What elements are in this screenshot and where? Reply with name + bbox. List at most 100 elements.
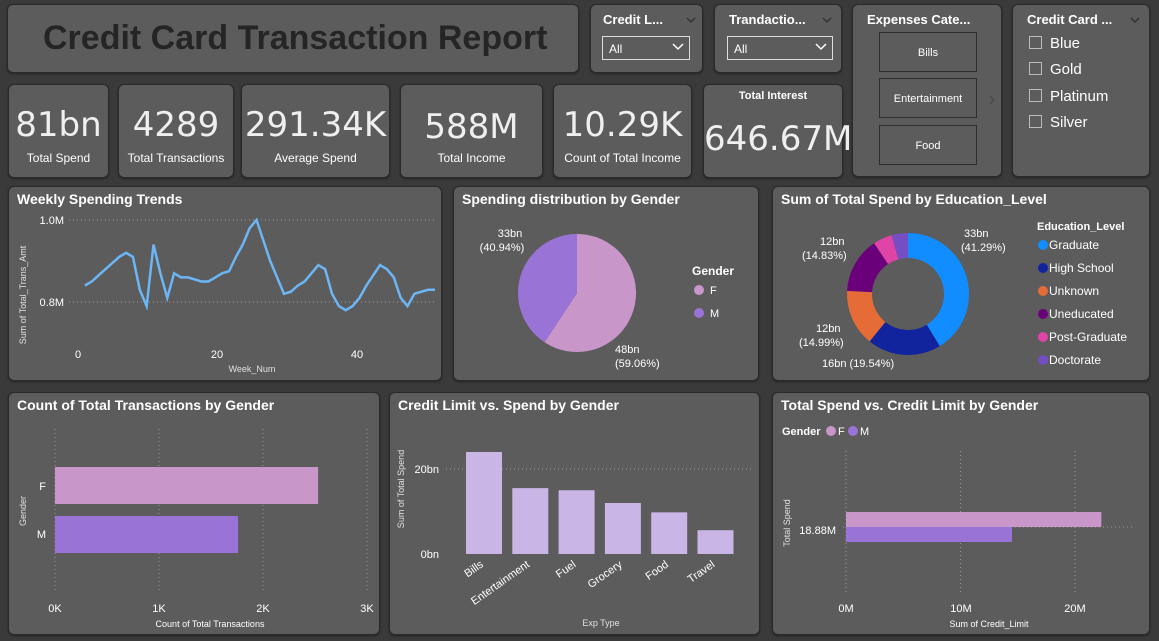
pie-chart: 33bn (40.94%) 48bn (59.06%) Gender F M (480, 228, 735, 370)
column[interactable] (512, 488, 549, 554)
kpi-label: Average Spend (274, 151, 357, 165)
donut-label-unknown: 12bn (816, 323, 840, 335)
kpi-value: 588M (424, 107, 519, 147)
checkbox[interactable] (1029, 115, 1042, 128)
x-tick-label: 0 (75, 349, 81, 361)
credit-limit-dropdown[interactable]: All (602, 36, 690, 60)
slicer-card-title: Credit Card ... (1027, 12, 1113, 27)
expense-option-bills[interactable]: Bills (879, 32, 977, 72)
line-chart: 1.0M 0.8M 0 20 40 Week_Num Sum of Total_… (18, 215, 436, 374)
donut-percent-unknown: (14.99%) (799, 337, 844, 349)
checkbox[interactable] (1029, 62, 1042, 75)
x-tick-label: 10M (950, 603, 971, 615)
y-tick-label: 1.0M (40, 215, 64, 227)
legend-marker-m (694, 308, 704, 318)
pie-percent-f: (59.06%) (615, 358, 660, 370)
column[interactable] (697, 530, 734, 554)
legend-label-m: M (860, 426, 869, 438)
legend-label-m: M (710, 308, 719, 320)
y-axis-label: Sum of Total_Trans_Amt (18, 245, 28, 344)
x-tick-label: 40 (351, 349, 363, 361)
donut-label-high-school: 16bn (19.54%) (822, 358, 894, 370)
y-tick-label: M (37, 529, 46, 541)
column[interactable] (466, 452, 502, 554)
legend-title: Education_Level (1037, 221, 1124, 233)
legend-marker (1038, 332, 1048, 342)
column[interactable] (558, 490, 595, 554)
slicer-transaction-title: Trandactio... (729, 12, 806, 27)
kpi-label: Total Transactions (127, 151, 225, 165)
legend-title: Gender (782, 426, 821, 438)
kpi-label: Count of Total Income (564, 151, 681, 165)
title-card: Credit Card Transaction Report (7, 4, 579, 73)
legend-label: High School (1049, 261, 1114, 275)
hbar-chart: F M 0K 1K 2K 3K Count of Total Transacti… (18, 429, 374, 629)
x-tick-label: Bills (462, 558, 486, 580)
chevron-down-icon[interactable] (821, 15, 833, 25)
card-option-platinum[interactable]: Platinum (1029, 88, 1108, 105)
donut-chart: 33bn (41.29%) 12bn (14.83%) 12bn (14.99%… (799, 221, 1127, 370)
legend-marker-f (826, 426, 836, 436)
checkbox[interactable] (1029, 36, 1042, 49)
y-tick-label: 0bn (421, 549, 439, 561)
bar[interactable] (55, 516, 239, 553)
kpi-total-transactions: 4289 Total Transactions (118, 84, 234, 178)
chart-spend-vs-credit-limit: Total Spend vs. Credit Limit by Gender G… (772, 392, 1150, 635)
x-tick-label: Travel (686, 559, 718, 586)
clustered-bar-chart: Gender F M 18.88M 0M 10M 20M Sum of Cred… (782, 426, 1133, 629)
kpi-average-spend: 291.34K Average Spend (241, 84, 390, 178)
kpi-value: 10.29K (562, 105, 683, 145)
chart-weekly-spending: Weekly Spending Trends 1.0M 0.8M 0 20 40… (8, 186, 442, 381)
card-option-silver[interactable]: Silver (1029, 114, 1088, 131)
y-tick-label: 20bn (415, 464, 439, 476)
kpi-label: Total Income (437, 151, 506, 165)
column[interactable] (651, 512, 688, 554)
legend-label-f: F (710, 285, 717, 297)
card-option-blue[interactable]: Blue (1029, 35, 1080, 52)
slicer-credit-limit-title: Credit L... (603, 12, 663, 27)
chevron-down-icon[interactable] (685, 15, 697, 25)
kpi-count-income: 10.29K Count of Total Income (553, 84, 692, 178)
bar[interactable] (846, 512, 1102, 527)
chart-spend-by-exp-type: Credit Limit vs. Spend by Gender Bills En… (389, 392, 760, 635)
chart-education-donut: Sum of Total Spend by Education_Level 33… (772, 186, 1150, 381)
kpi-value: 291.34K (244, 105, 387, 145)
checkbox[interactable] (1029, 89, 1042, 102)
legend-marker-m (848, 426, 858, 436)
x-tick-label: 1K (152, 603, 166, 615)
column-chart: BillsEntertainment Fuel Grocery Food Travel … (396, 450, 754, 628)
legend-marker-f (694, 285, 704, 295)
legend-marker (1038, 355, 1048, 365)
x-tick-label: 0K (48, 603, 62, 615)
column[interactable] (604, 503, 641, 554)
legend-marker (1038, 286, 1048, 296)
legend-marker (1038, 309, 1048, 319)
card-option-label: Gold (1050, 61, 1082, 78)
bar[interactable] (846, 527, 1013, 542)
pie-label-f: 48bn (615, 344, 639, 356)
expense-option-entertainment[interactable]: Entertainment (879, 78, 977, 118)
y-tick-label: 0.8M (40, 297, 64, 309)
legend-label: Post-Graduate (1049, 330, 1127, 344)
y-tick-label: F (39, 481, 46, 493)
expense-option-food[interactable]: Food (879, 125, 977, 165)
chevron-right-icon[interactable] (986, 95, 998, 105)
kpi-value: 646.67M (704, 119, 853, 159)
x-tick-label: 0M (838, 603, 853, 615)
x-tick-label: 20M (1064, 603, 1085, 615)
card-option-label: Blue (1050, 35, 1081, 52)
x-tick-label: 20 (211, 349, 223, 361)
x-axis-label: Sum of Credit_Limit (949, 619, 1029, 629)
slicer-expenses-category: Expenses Cate... Bills Entertainment Foo… (852, 4, 1002, 177)
chevron-down-icon (672, 43, 684, 51)
transaction-dropdown[interactable]: All (727, 36, 833, 60)
chart-gender-pie: Spending distribution by Gender 33bn (40… (453, 186, 759, 381)
kpi-value: 4289 (132, 105, 220, 145)
chevron-down-icon[interactable] (1129, 15, 1141, 25)
y-tick-label: 18.88M (799, 525, 836, 537)
bar[interactable] (55, 467, 319, 504)
card-option-label: Silver (1050, 114, 1088, 131)
slicer-credit-limit: Credit L... All (590, 4, 703, 73)
card-option-gold[interactable]: Gold (1029, 61, 1082, 78)
transaction-dropdown-value: All (734, 42, 748, 56)
